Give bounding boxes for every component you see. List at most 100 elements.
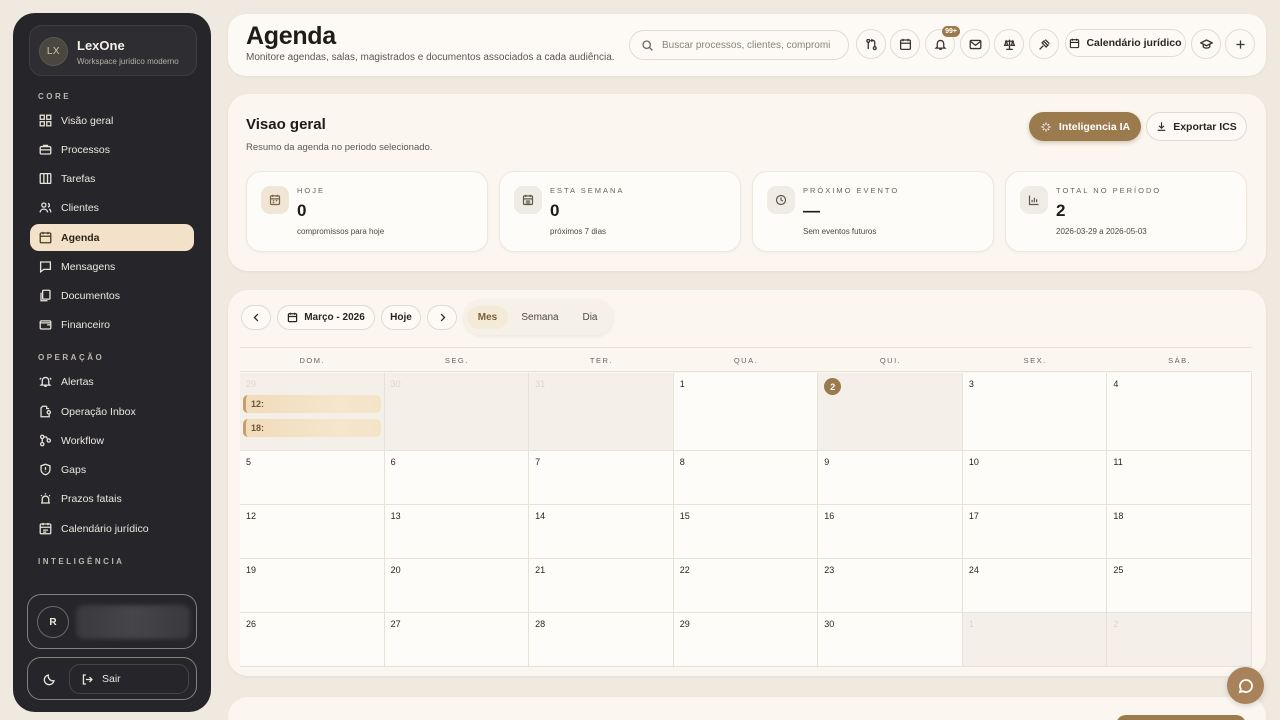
- stat-card-esta-semana: ESTA SEMANA 0 próximos 7 dias: [499, 171, 741, 252]
- calendar-icon: [261, 186, 289, 214]
- calendar-day-cell[interactable]: 16: [818, 505, 963, 559]
- calendar-day-cell[interactable]: 15: [673, 505, 819, 559]
- calendar-day-cell[interactable]: 5: [240, 451, 385, 505]
- calendar-day-cell[interactable]: 26: [240, 613, 385, 667]
- calendar-day-cell[interactable]: 25: [1107, 559, 1252, 613]
- section-label-operacao: OPERAÇÃO: [38, 353, 105, 362]
- calendar-day-cell[interactable]: 31: [529, 373, 674, 451]
- calendar-day-cell[interactable]: 1: [673, 373, 819, 451]
- weekday-label: TER.: [589, 356, 613, 365]
- calendar-day-cell[interactable]: 21: [529, 559, 674, 613]
- month-picker-button[interactable]: Março - 2026: [277, 305, 375, 330]
- calendar-day-cell[interactable]: 13: [384, 505, 530, 559]
- next-month-button[interactable]: [427, 305, 457, 330]
- sidebar-item-workflow[interactable]: Workflow: [30, 427, 194, 454]
- gavel-button[interactable]: [1029, 29, 1059, 59]
- calendar-day-cell[interactable]: 27: [384, 613, 530, 667]
- sidebar-item-documentos[interactable]: Documentos: [30, 282, 194, 309]
- calendar-day-cell[interactable]: 6: [384, 451, 530, 505]
- stat-value: 0: [297, 201, 307, 220]
- ai-insights-button[interactable]: Inteligencia IA: [1029, 112, 1141, 141]
- scale-button[interactable]: [994, 29, 1024, 59]
- day-number: 29: [679, 619, 690, 629]
- sidebar-item-prazos-fatais[interactable]: Prazos fatais: [30, 485, 194, 512]
- calendar-day-cell[interactable]: 1: [962, 613, 1108, 667]
- documents-icon: [40, 289, 51, 302]
- calendar-day-cell[interactable]: 3: [962, 373, 1108, 451]
- brand-name: LexOne: [77, 38, 125, 53]
- calendar-day-cell[interactable]: 23: [818, 559, 963, 613]
- view-day-tab[interactable]: Dia: [571, 306, 609, 329]
- calendar-day-cell[interactable]: 12: [240, 505, 385, 559]
- sidebar-item-processos[interactable]: Processos: [30, 136, 194, 163]
- sidebar-item-agenda[interactable]: Agenda: [30, 224, 194, 251]
- search-icon: [642, 39, 653, 51]
- calendar-day-cell[interactable]: 7: [529, 451, 674, 505]
- sidebar-item-label: Financeiro: [61, 318, 111, 331]
- sidebar-footer: Sair: [27, 657, 197, 700]
- calendar-day-cell[interactable]: 8: [673, 451, 819, 505]
- graduation-button[interactable]: [1191, 29, 1221, 59]
- add-button[interactable]: [1225, 29, 1255, 59]
- calendar-day-cell[interactable]: 9: [818, 451, 963, 505]
- logout-icon: [82, 673, 93, 685]
- sidebar-item-tarefas[interactable]: Tarefas: [30, 165, 194, 192]
- day-number: 18: [1113, 511, 1124, 521]
- calendar-day-cell[interactable]: 22: [673, 559, 819, 613]
- theme-toggle-button[interactable]: [37, 667, 61, 691]
- sidebar-item-operacao-inbox[interactable]: Operação Inbox: [30, 398, 194, 425]
- sidebar-item-alertas[interactable]: Alertas: [30, 368, 194, 395]
- view-month-tab[interactable]: Mes: [467, 306, 508, 329]
- brand-card[interactable]: LX LexOne Workspace jurídico moderno: [29, 25, 197, 76]
- panel-action-button[interactable]: [1116, 715, 1246, 720]
- sidebar-item-visao-geral[interactable]: Visão geral: [30, 107, 194, 134]
- calendar-day-cell[interactable]: 28: [529, 613, 674, 667]
- notifications-button[interactable]: 99+: [925, 26, 960, 59]
- next-panel: [228, 697, 1266, 720]
- calendar-check-icon: [39, 522, 52, 535]
- sidebar-item-clientes[interactable]: Clientes: [30, 194, 194, 221]
- sidebar-item-calendario-juridico[interactable]: Calendário jurídico: [30, 515, 194, 542]
- user-card[interactable]: R: [27, 594, 197, 649]
- sidebar-item-financeiro[interactable]: Financeiro: [30, 311, 194, 338]
- sidebar-item-mensagens[interactable]: Mensagens: [30, 253, 194, 280]
- sidebar-item-label: Alertas: [61, 375, 94, 388]
- export-ics-button[interactable]: Exportar ICS: [1146, 112, 1247, 141]
- logout-button[interactable]: Sair: [69, 664, 189, 694]
- calendar-day-cell[interactable]: 20: [384, 559, 530, 613]
- today-button[interactable]: Hoje: [381, 305, 421, 330]
- git-compare-button[interactable]: [856, 29, 886, 59]
- day-number: 4: [1113, 379, 1119, 389]
- calendar-button[interactable]: [890, 29, 920, 59]
- chat-icon: [1238, 678, 1253, 693]
- ai-insights-label: Inteligencia IA: [1058, 120, 1131, 133]
- calendar-day-cell[interactable]: 18: [1107, 505, 1252, 559]
- calendar-day-cell[interactable]: 10: [962, 451, 1108, 505]
- calendar-panel: Março - 2026 Hoje Mes Semana Dia DOM. SEG…: [228, 290, 1266, 676]
- day-number: 22: [679, 565, 690, 575]
- weekday-label: DOM.: [299, 356, 326, 365]
- calendar-day-cell[interactable]: 17: [962, 505, 1108, 559]
- calendar-day-cell[interactable]: 2: [818, 373, 963, 451]
- calendar-day-cell[interactable]: 29: [673, 613, 819, 667]
- chevron-right-icon: [440, 313, 445, 322]
- prev-month-button[interactable]: [241, 305, 271, 330]
- mail-button[interactable]: [960, 29, 990, 59]
- calendar-day-cell[interactable]: 14: [529, 505, 674, 559]
- calendar-day-cell[interactable]: 30: [384, 373, 530, 451]
- calendar-day-cell[interactable]: 24: [962, 559, 1108, 613]
- calendar-day-cell[interactable]: 30: [818, 613, 963, 667]
- calendar-day-cell[interactable]: 2: [1107, 613, 1252, 667]
- calendar-day-cell[interactable]: 29 12: 18:: [240, 373, 385, 451]
- day-number: 12: [246, 511, 257, 521]
- calendar-day-cell[interactable]: 4: [1107, 373, 1252, 451]
- calendar-event[interactable]: 18:: [243, 419, 381, 437]
- view-week-tab[interactable]: Semana: [513, 306, 567, 329]
- search-input[interactable]: [662, 39, 830, 51]
- sidebar-item-gaps[interactable]: Gaps: [30, 456, 194, 483]
- calendar-event[interactable]: 12:: [243, 395, 381, 413]
- calendar-day-cell[interactable]: 11: [1107, 451, 1252, 505]
- chat-button[interactable]: [1227, 667, 1264, 704]
- calendar-day-cell[interactable]: 19: [240, 559, 385, 613]
- calendario-juridico-button[interactable]: Calendário jurídico: [1065, 29, 1186, 57]
